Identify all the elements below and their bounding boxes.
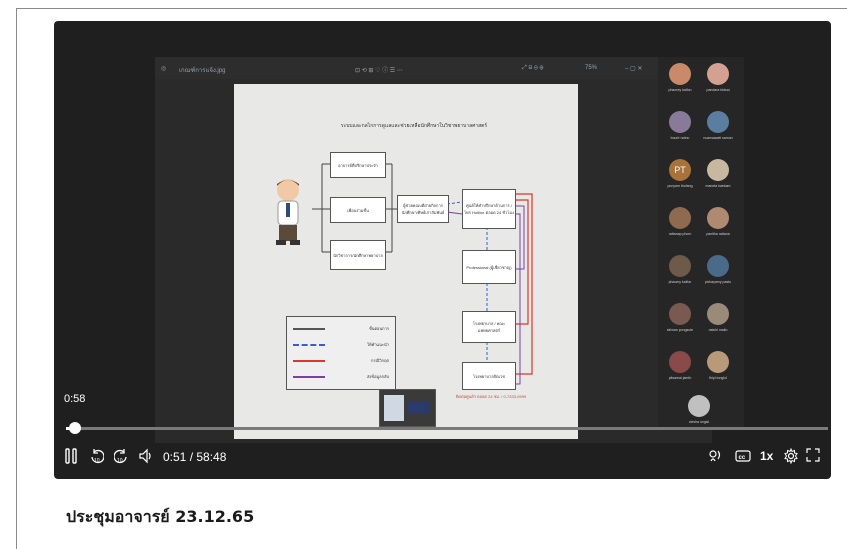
avatar [707,303,729,325]
app-icon: ◎ [161,66,167,72]
legend-item: ส่งข้อมูลกลับ [293,373,389,381]
middle-box: ผู้ช่วยคณบดีฝ่ายกิจการนักศึกษา/ศิษย์เก่า… [397,195,449,223]
participant-tile: pichayamy pastu [700,253,736,293]
avatar [707,351,729,373]
svg-text:10: 10 [94,458,100,464]
pause-icon[interactable] [65,448,77,467]
participant-tile: natchi maito [700,301,736,341]
zoom-icons: ⤢ ⊟ ⊖ ⊕ [522,65,544,71]
avatar [707,159,729,181]
participant-name: phaorey kaifon [668,88,692,92]
participant-name: maneta kaekam [705,184,731,188]
right-box-3: โรงพยาบาล / คณะแพทยศาสตร์ [462,311,516,343]
left-box-3: นักวิชาการ/นักศึกษาพยาบาล [330,240,386,270]
left-box-2: เพื่อนร่วมชั้น [330,197,386,223]
image-viewer-toolbar: ◎ เกณฑ์การแจ้ง.jpg ⊡ ⟲ ⊞ ♡ ⓘ ☰ ⋯ ⤢ ⊟ ⊖ ⊕… [155,57,712,79]
slide-image: ระบบและกลไกการดูแลและช่วยเหลือนักศึกษาใน… [234,84,578,439]
participant-name: panitha rattana [706,232,730,236]
avatar [669,63,691,85]
participant-name: nuansawati samon [703,136,733,140]
participant-name: pitsamai jamth [668,376,692,380]
thumbnail-preview [408,402,430,414]
viewer-tools-icon: ⊡ ⟲ ⊞ ♡ ⓘ ☰ ⋯ [355,68,403,74]
avatar: PT [669,159,691,181]
progress-bar[interactable] [66,427,828,430]
right-box-1: ศูนย์ให้คำปรึกษาด้านการ / โทร Hotline ตล… [462,189,516,229]
participant-name: natchi maito [708,328,728,332]
participant-name: thipi tonglol [709,376,727,380]
legend-item: กรณีวิกฤต [293,357,389,365]
participant-tile: panitha rattana [700,205,736,245]
hover-time-tooltip: 0:58 [64,393,86,405]
avatar [669,207,691,229]
video-player[interactable]: ◎ เกณฑ์การแจ้ง.jpg ⊡ ⟲ ⊞ ♡ ⓘ ☰ ⋯ ⤢ ⊟ ⊖ ⊕… [54,21,831,479]
fullscreen-icon[interactable] [806,448,820,465]
progress-knob[interactable] [69,422,81,434]
participant-tile: PT punyam thofang [662,157,698,197]
right-box-2: Professional (ผู้เชี่ยวชาญ) [462,250,516,284]
participant-name: bourir notnu [670,136,690,140]
avatar [707,255,729,277]
svg-text:cc: cc [739,455,746,461]
file-name: เกณฑ์การแจ้ง.jpg [179,68,226,74]
participant-name: phaomy kaifon [668,280,692,284]
settings-gear-icon[interactable] [783,447,799,467]
thumbnail-preview [384,395,404,421]
audio-description-icon[interactable] [708,448,724,467]
participant-tile: bourir notnu [662,109,698,149]
participant-tile: phaorey kaifon [662,61,698,101]
video-title: ประชุมอาจารย์ 23.12.65 [66,507,255,526]
captions-icon[interactable]: cc [735,448,751,467]
participant-name: ciesha ungsil [688,420,710,424]
zoom-level: 75% [585,65,598,71]
avatar [669,303,691,325]
participant-tile: siriwan pongsute [662,301,698,341]
avatar [669,111,691,133]
participant-gallery: phaorey kaifon pandara bidsai bourir not… [658,57,744,427]
participant-name: rattanap phom [668,232,692,236]
participant-tile: phaomy kaifon [662,253,698,293]
rewind-10-icon[interactable]: 10 [90,448,105,467]
right-box-4: โรงพยาบาลจิตเวช [462,362,516,390]
legend-item: ขั้นตอนการ [293,325,389,333]
participant-name: pichayamy pastu [704,280,732,284]
volume-icon[interactable] [138,448,154,467]
participant-name: pandara bidsai [706,88,730,92]
legend-item: ให้คำแนะนำ [293,341,389,349]
timecode: 0:51 / 58:48 [163,450,227,464]
participant-tile: rattanap phom [662,205,698,245]
participant-tile: thipi tonglol [700,349,736,389]
svg-text:10: 10 [117,458,123,464]
left-box-1: อาจารย์ที่ปรึกษาประจำ [330,152,386,178]
participant-name: punyam thofang [667,184,693,188]
window-controls-icon: – ▢ ✕ [625,66,643,72]
screen-share-thumbnail[interactable] [379,389,436,427]
forward-10-icon[interactable]: 10 [113,448,128,467]
avatar [669,351,691,373]
slide-legend: ขั้นตอนการ ให้คำแนะนำ กรณีวิกฤต ส่งข้อมู… [286,316,396,390]
avatar [669,255,691,277]
participant-tile: pitsamai jamth [662,349,698,389]
participant-tile: maneta kaekam [700,157,736,197]
participant-tile: nuansawati samon [700,109,736,149]
avatar [707,207,729,229]
participant-tile: pandara bidsai [700,61,736,101]
participant-name: siriwan pongsute [666,328,694,332]
avatar [707,63,729,85]
avatar [707,111,729,133]
avatar [688,395,710,417]
playback-speed-button[interactable]: 1x [760,448,773,464]
slide-red-note: ติดต่อศูนย์ฯ ตลอด 24 ชม. / 0-7333-9999 [455,394,527,399]
